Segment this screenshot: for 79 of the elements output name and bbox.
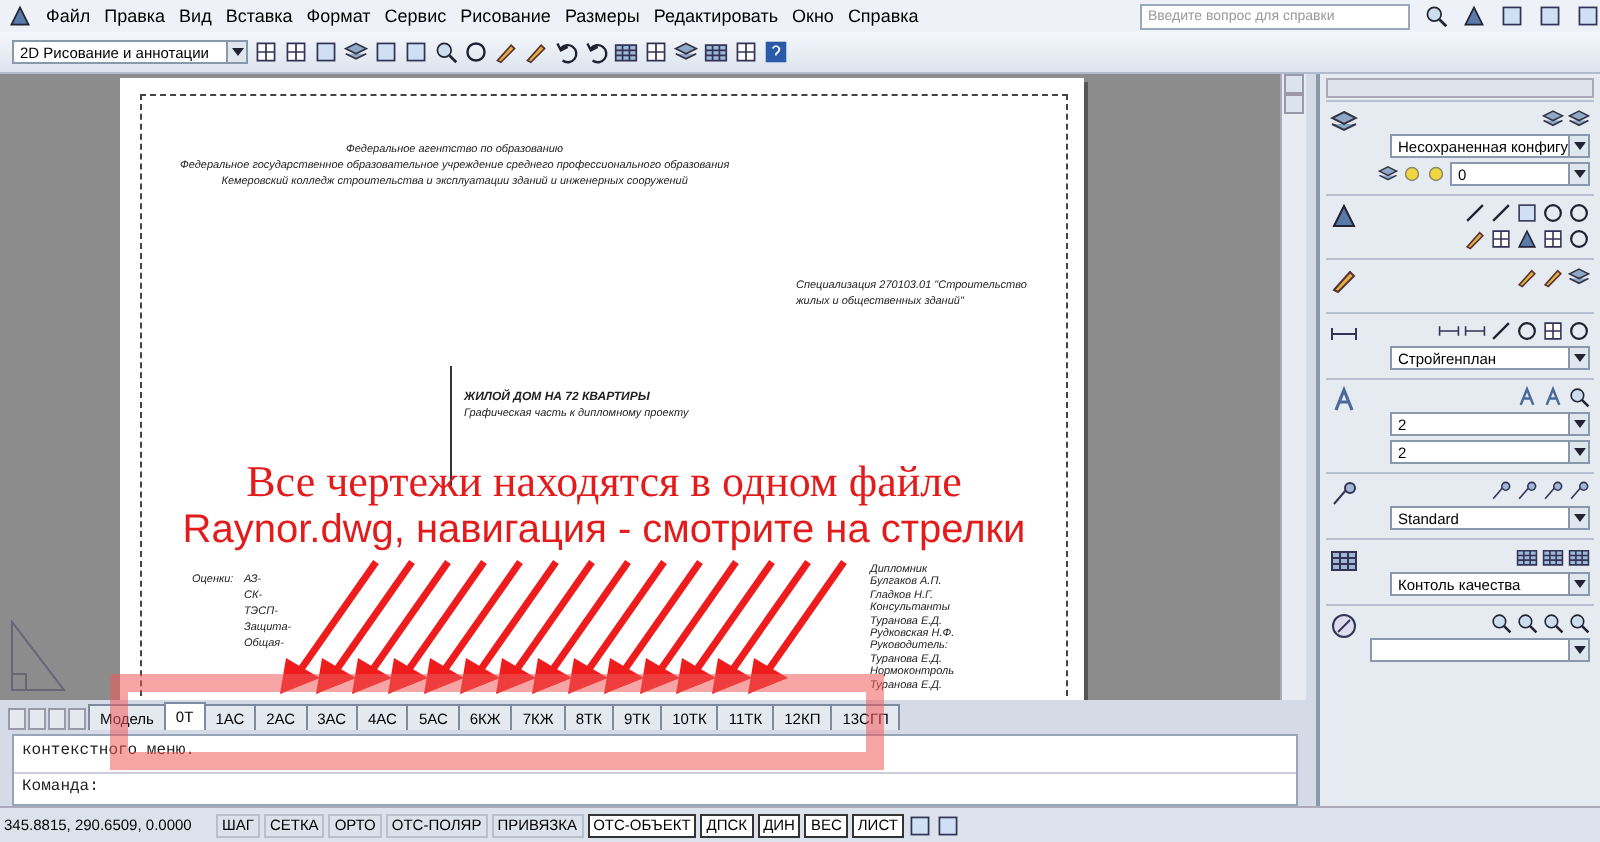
grid-icon[interactable] (254, 40, 278, 64)
layer-state-icon[interactable] (1378, 164, 1398, 184)
line-icon[interactable] (1490, 320, 1512, 342)
dropdown-caret-icon (1573, 580, 1585, 588)
dropdown-caret-icon (1573, 514, 1585, 522)
sun-icon[interactable] (1426, 164, 1446, 184)
grid-icon[interactable] (1490, 228, 1512, 250)
dimension-icon[interactable] (1438, 320, 1460, 342)
menu-item[interactable]: Правка (104, 6, 166, 26)
globe-icon[interactable] (464, 40, 488, 64)
dropdown-caret-icon (1573, 142, 1586, 150)
menu-item[interactable]: Редактировать (653, 6, 779, 26)
pen-icon[interactable] (494, 40, 518, 64)
app-logo-icon[interactable] (8, 4, 32, 28)
menu-item[interactable]: Окно (792, 6, 834, 26)
table-icon[interactable] (1542, 546, 1564, 568)
help-icon[interactable] (764, 40, 788, 64)
menu-item[interactable]: Сервис (384, 6, 447, 26)
table-icon[interactable] (1516, 546, 1538, 568)
undo-icon[interactable] (554, 40, 578, 64)
menu-item[interactable]: Рисование (460, 6, 551, 26)
layers-icon[interactable] (674, 40, 698, 64)
zoom-icon[interactable] (1568, 612, 1590, 634)
dimension-icon[interactable] (1464, 320, 1486, 342)
vertical-scrollbar[interactable] (1280, 74, 1306, 700)
zoom-icon[interactable] (1490, 612, 1512, 634)
grid-icon[interactable] (284, 40, 308, 64)
ucs-triangle-icon (8, 618, 68, 694)
search-icon[interactable] (1424, 4, 1448, 28)
menu-item[interactable]: Вставка (225, 6, 293, 26)
menu-item[interactable]: Справка (847, 6, 919, 26)
menu-item[interactable]: Формат (306, 6, 371, 26)
table-icon[interactable] (704, 40, 728, 64)
zoom-icon[interactable] (1568, 386, 1590, 408)
pen-icon[interactable] (1516, 266, 1538, 288)
draw-panel-icon[interactable] (1330, 202, 1358, 230)
dropdown-caret-icon (1573, 170, 1585, 178)
command-input-field[interactable]: Команда: (14, 771, 1296, 804)
text-icon[interactable] (1516, 386, 1538, 408)
table-icon[interactable] (1330, 546, 1358, 574)
pen-icon[interactable] (1542, 266, 1564, 288)
layers-icon[interactable] (1330, 108, 1358, 136)
dropdown-caret-icon (231, 48, 243, 56)
pen-icon[interactable] (1464, 228, 1486, 250)
leader-icon[interactable] (1330, 480, 1358, 508)
dropdown-caret-icon (1573, 420, 1585, 428)
leader-icon[interactable] (1542, 480, 1564, 502)
annotation-text: Raynor.dwg, навигация - смотрите на стрелки (182, 506, 1026, 554)
annotation-text: Все чертежи находятся в одном файле (246, 458, 962, 506)
layer-tool-icon[interactable] (1568, 108, 1590, 130)
leader-icon[interactable] (1490, 480, 1512, 502)
table-icon[interactable] (614, 40, 638, 64)
menu-item[interactable]: Размеры (564, 6, 640, 26)
line-icon[interactable] (1490, 202, 1512, 224)
command-history-text: контекстного меню. (20, 740, 197, 765)
layer-tool-icon[interactable] (1542, 108, 1564, 130)
grid-icon[interactable] (1542, 320, 1564, 342)
circle-icon[interactable] (1568, 228, 1590, 250)
line-icon[interactable] (1464, 202, 1486, 224)
menu-item[interactable]: Файл (46, 6, 91, 26)
circle-icon[interactable] (1568, 202, 1590, 224)
triangle-icon[interactable] (1516, 228, 1538, 250)
text-icon[interactable] (1330, 386, 1358, 414)
text-icon[interactable] (1542, 386, 1564, 408)
dropdown-caret-icon (1573, 354, 1585, 362)
zoom-icon[interactable] (1542, 612, 1564, 634)
grid-icon[interactable] (1542, 228, 1564, 250)
table-icon[interactable] (1568, 546, 1590, 568)
dropdown-caret-icon (1573, 448, 1585, 456)
menu-item[interactable]: Вид (179, 6, 212, 26)
zoom-icon[interactable] (1516, 612, 1538, 634)
leader-icon[interactable] (1516, 480, 1538, 502)
dropdown-caret-icon (1573, 646, 1585, 654)
circle-icon[interactable] (1568, 320, 1590, 342)
leader-icon[interactable] (1568, 480, 1590, 502)
preview-icon[interactable] (434, 40, 458, 64)
grid-icon[interactable] (644, 40, 668, 64)
layers-icon[interactable] (1568, 266, 1590, 288)
rectangle-icon[interactable] (1516, 202, 1538, 224)
